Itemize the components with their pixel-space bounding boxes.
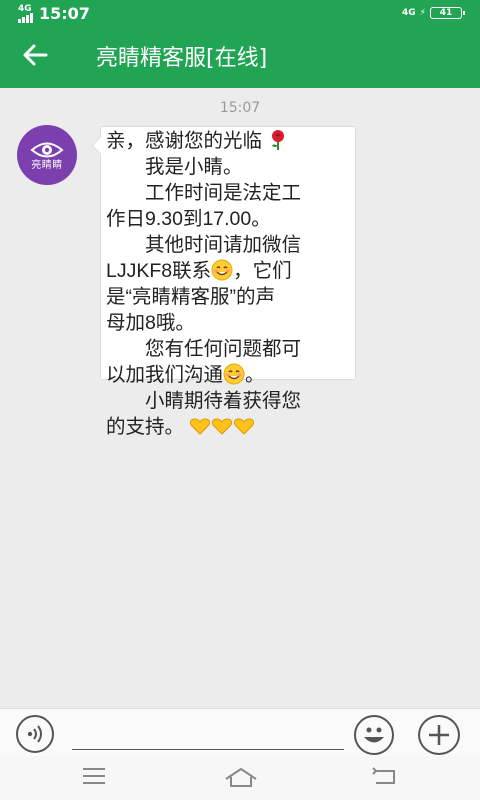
menu-icon xyxy=(83,768,105,784)
system-nav-bar xyxy=(0,756,480,800)
rose-icon xyxy=(272,130,285,150)
emoji-icon xyxy=(364,727,384,743)
charging-icon: ⚡ xyxy=(419,8,426,18)
message-line: 我是小睛。 xyxy=(106,156,243,178)
network-label: 4G xyxy=(402,8,416,18)
status-bar: 4G 15:07 4G ⚡ 41 xyxy=(0,0,480,30)
voice-input-button[interactable] xyxy=(16,715,54,753)
home-icon xyxy=(225,767,257,787)
more-options-button[interactable] xyxy=(418,715,460,755)
message-line: LJJKF8联系 ，它们 xyxy=(106,259,292,282)
eye-logo-icon xyxy=(30,142,64,158)
avatar-text: 亮睛睛 xyxy=(31,160,63,171)
agent-avatar[interactable]: 亮睛睛 xyxy=(17,125,77,185)
page-title: 亮睛精客服[在线] xyxy=(96,46,268,71)
message-line: 亲，感谢您的光临 xyxy=(106,128,351,154)
emoji-button[interactable] xyxy=(354,715,394,755)
message-line: 是“亮睛精客服”的声 xyxy=(106,286,275,308)
back-button[interactable] xyxy=(22,42,48,77)
menu-nav-button[interactable] xyxy=(82,766,106,790)
signal-icon: 4G xyxy=(18,4,33,23)
status-time: 15:07 xyxy=(39,4,90,23)
battery-level: 41 xyxy=(439,8,453,18)
message-line: 的支持。 xyxy=(106,414,351,440)
smile-emoji-icon xyxy=(223,363,245,385)
arrow-left-icon xyxy=(23,44,48,66)
input-bar xyxy=(0,708,480,757)
back-nav-button[interactable] xyxy=(372,766,398,792)
return-icon xyxy=(372,767,395,784)
heart-icon xyxy=(190,418,211,435)
message-line: 以加我们沟通 。 xyxy=(106,363,265,386)
message-line: 小睛期待着获得您 xyxy=(106,390,302,412)
message-input[interactable] xyxy=(72,717,344,750)
home-nav-button[interactable] xyxy=(224,766,258,792)
smile-emoji-icon xyxy=(211,259,233,281)
message-line: 作日9.30到17.00。 xyxy=(106,208,271,230)
message-bubble[interactable]: 亲，感谢您的光临 我是小睛。 工作时间是法定工 作日9.30到17.00。 其他… xyxy=(100,126,356,438)
message-line: 母加8哦。 xyxy=(106,312,195,334)
voice-icon xyxy=(27,725,42,743)
message-timestamp: 15:07 xyxy=(219,100,261,116)
heart-icon xyxy=(212,418,233,435)
message-line: 您有任何问题都可 xyxy=(106,338,302,360)
header-bar: 亮睛精客服[在线] xyxy=(0,30,480,88)
plus-icon xyxy=(429,725,449,745)
message-line: 工作时间是法定工 xyxy=(106,182,302,204)
heart-icon xyxy=(234,418,255,435)
message-line: 其他时间请加微信 xyxy=(106,234,302,256)
battery-icon: 41 xyxy=(430,7,465,19)
